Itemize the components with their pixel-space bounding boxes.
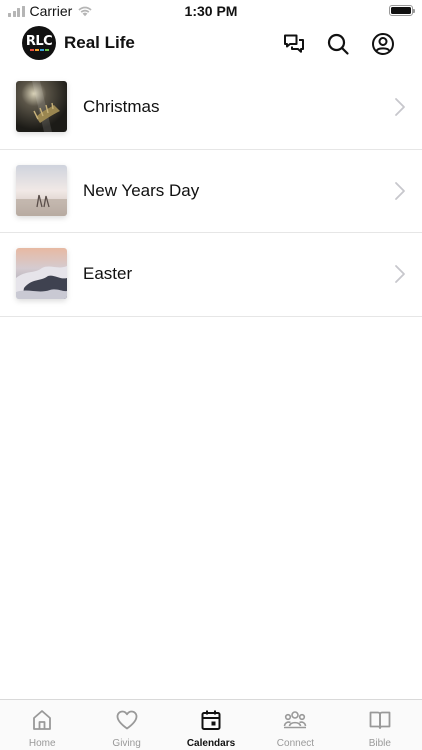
tab-home[interactable]: Home [0,700,84,750]
group-icon [284,711,307,729]
chevron-right-icon [394,264,406,284]
status-time: 1:30 PM [184,3,238,19]
list-item[interactable]: New Years Day [0,150,422,233]
list-item[interactable]: Easter [0,233,422,317]
tab-label: Giving [112,738,141,749]
status-bar: Carrier 1:30 PM [0,0,422,22]
calendar-icon [201,710,221,730]
tab-giving[interactable]: Giving [84,700,168,750]
tab-bar: Home Giving Calendars Connect Bible [0,699,422,750]
profile-icon [372,33,394,55]
calendar-list: Christmas New Years Day Easter [0,66,422,317]
list-item[interactable]: Christmas [0,66,422,150]
tab-connect[interactable]: Connect [253,700,337,750]
logo-text: RLC [25,33,53,49]
christmas-image [16,81,67,132]
new-years-image [16,164,67,216]
list-item-label: New Years Day [83,180,200,200]
logo-color-bar [29,48,49,51]
heart-icon [116,710,138,730]
search-icon [327,33,349,55]
tab-label: Bible [368,738,391,749]
list-item-label: Christmas [83,97,160,116]
home-icon [33,710,52,730]
profile-button[interactable] [370,31,396,57]
battery-icon [389,5,415,16]
chat-button[interactable] [281,31,307,57]
app-logo[interactable]: RLC [22,26,56,60]
chevron-right-icon [394,97,406,117]
tab-calendars[interactable]: Calendars [169,700,253,750]
tab-label: Home [28,738,56,749]
app-title: Real Life [64,33,135,52]
app-header: RLC Real Life [0,22,422,66]
search-button[interactable] [325,31,351,57]
tab-label: Connect [276,738,315,749]
list-item-label: Easter [83,264,133,283]
chevron-right-icon [394,181,406,201]
tab-label: Calendars [186,738,236,749]
tab-bible[interactable]: Bible [338,700,422,750]
book-icon [369,711,391,729]
easter-image [16,248,67,299]
chat-icon [284,34,304,53]
